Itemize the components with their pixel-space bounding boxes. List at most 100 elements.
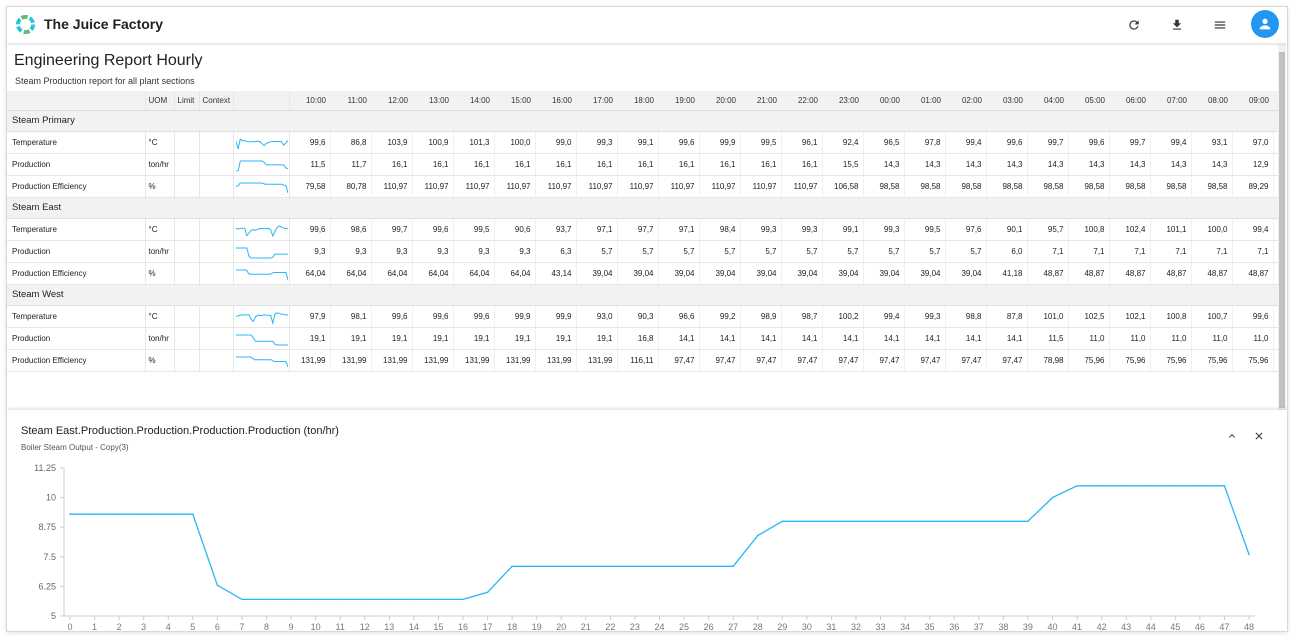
row-value: 39,04 [617, 262, 659, 285]
x-tick-label: 23 [630, 622, 640, 632]
table-row[interactable]: Temperature °C 99,6 86,8 103,9 100,9 101,3 100,… [7, 131, 1278, 154]
row-value: 98,58 [1191, 175, 1233, 198]
x-tick-label: 25 [679, 622, 689, 632]
row-value: 110,97 [412, 175, 454, 198]
header-hour: 12:00 [371, 91, 412, 111]
table-row[interactable]: Production Efficiency% 79,58 80,78 110,97 11… [7, 175, 1278, 198]
table-row[interactable]: Production Efficiency% 64,04 64,04 64,04 64,… [7, 262, 1278, 285]
row-uom: °C [145, 218, 175, 241]
row-value: 101,0 [1027, 305, 1069, 328]
section-title: Steam East [7, 197, 1278, 219]
x-tick-label: 21 [581, 622, 591, 632]
data-point [1125, 484, 1127, 487]
x-tick-label: 33 [876, 622, 886, 632]
row-value: 99,9 [535, 305, 577, 328]
sparkline-chart [235, 269, 288, 281]
header-context: Context [199, 91, 234, 111]
row-sparkline [233, 131, 290, 154]
row-value: 48,87 [1232, 262, 1274, 285]
data-point [290, 598, 292, 601]
section-title: Steam West [7, 284, 1278, 306]
account-avatar[interactable] [1251, 10, 1279, 38]
row-context [199, 262, 234, 285]
x-tick-label: 43 [1121, 622, 1131, 632]
data-point [1199, 484, 1201, 487]
header-hour: 10:00 [289, 91, 330, 111]
sparkline-chart [235, 334, 288, 346]
data-point [732, 565, 734, 568]
row-value: 14,1 [781, 327, 823, 350]
x-tick-label: 7 [239, 622, 244, 632]
data-point [634, 565, 636, 568]
scrollbar-thumb[interactable] [1279, 52, 1285, 408]
row-value: 97,47 [986, 349, 1028, 372]
y-tick-label: 5 [51, 611, 56, 621]
row-value: 99,6 [986, 131, 1028, 154]
row-value: 5,7 [822, 240, 864, 263]
data-point [93, 513, 96, 515]
header-hour: 15:00 [494, 91, 535, 111]
row-name: Production [7, 240, 146, 263]
row-value: 97,1 [576, 218, 618, 241]
y-tick-label: 7.5 [43, 552, 56, 562]
row-value: 110,97 [453, 175, 495, 198]
x-tick-label: 10 [311, 622, 321, 632]
table-row[interactable]: Production Efficiency% 131,99 131,99 131,99… [7, 349, 1278, 372]
report-table: UOM Limit Context 10:00 11:00 12:00 13:00 14… [7, 91, 1278, 372]
report-table-container[interactable]: UOM Limit Context 10:00 11:00 12:00 13:00 14… [7, 91, 1278, 409]
x-tick-label: 0 [67, 622, 72, 632]
row-value: 16,8 [617, 327, 659, 350]
row-value: 99,3 [781, 218, 823, 241]
row-value: 99,3 [576, 131, 618, 154]
data-point [953, 520, 956, 523]
row-value: 39,04 [863, 262, 905, 285]
menu-icon[interactable] [1210, 15, 1230, 35]
x-tick-label: 41 [1072, 622, 1082, 632]
x-tick-label: 32 [851, 622, 861, 632]
row-uom: % [145, 262, 175, 285]
table-row[interactable]: Production ton/hr 11,5 11,7 16,1 16,1 16,1 16,1… [7, 153, 1278, 176]
row-sparkline [233, 240, 290, 263]
row-value: 131,99 [535, 349, 577, 372]
row-value: 110,97 [699, 175, 741, 198]
row-value: 39,04 [945, 262, 987, 285]
close-button[interactable] [1251, 428, 1267, 444]
table-row[interactable]: Production ton/hr 9,3 9,3 9,3 9,3 9,3 9,3 6,3 5,7… [7, 240, 1278, 263]
refresh-icon[interactable] [1124, 15, 1144, 35]
data-point [216, 584, 219, 587]
row-value: 16,1 [781, 153, 823, 176]
row-value: 7,1 [1109, 240, 1151, 263]
row-value: 102,5 [1068, 305, 1110, 328]
table-row[interactable]: Temperature °C 99,6 98,6 99,7 99,6 99,5 90,6 93,… [7, 218, 1278, 241]
row-value: 19,1 [494, 327, 536, 350]
table-row[interactable]: Production ton/hr 19,1 19,1 19,1 19,1 19,1 19,1… [7, 327, 1278, 350]
row-value: 98,1 [330, 305, 372, 328]
row-limit [174, 218, 200, 241]
app-bar: The Juice Factory [7, 7, 1287, 43]
data-point [658, 565, 661, 568]
row-sparkline [233, 349, 290, 372]
vertical-scrollbar[interactable] [1278, 44, 1286, 410]
row-value: 5,7 [781, 240, 823, 263]
row-value: 14,3 [1191, 153, 1233, 176]
download-icon[interactable] [1167, 15, 1187, 35]
trend-title: Steam East.Production.Production.Product… [21, 425, 339, 437]
row-value: 100,9 [412, 131, 454, 154]
row-context [199, 349, 234, 372]
row-value: 103,9 [371, 131, 413, 154]
row-uom: ton/hr [145, 327, 175, 350]
row-value: 131,99 [412, 349, 454, 372]
collapse-button[interactable] [1224, 428, 1240, 444]
row-value: 16,1 [699, 153, 741, 176]
data-point [1248, 553, 1250, 556]
row-value: 99,3 [740, 218, 782, 241]
table-row[interactable]: Temperature °C 97,9 98,1 99,6 99,6 99,6 99,9 99,… [7, 305, 1278, 328]
row-value: 9,3 [494, 240, 536, 263]
data-point [437, 598, 440, 601]
row-value: 99,2 [699, 305, 741, 328]
row-value: 98,58 [1109, 175, 1151, 198]
row-value: 93,0 [576, 305, 618, 328]
data-point [830, 520, 833, 523]
row-value: 99,4 [945, 131, 987, 154]
data-point [1051, 496, 1054, 499]
